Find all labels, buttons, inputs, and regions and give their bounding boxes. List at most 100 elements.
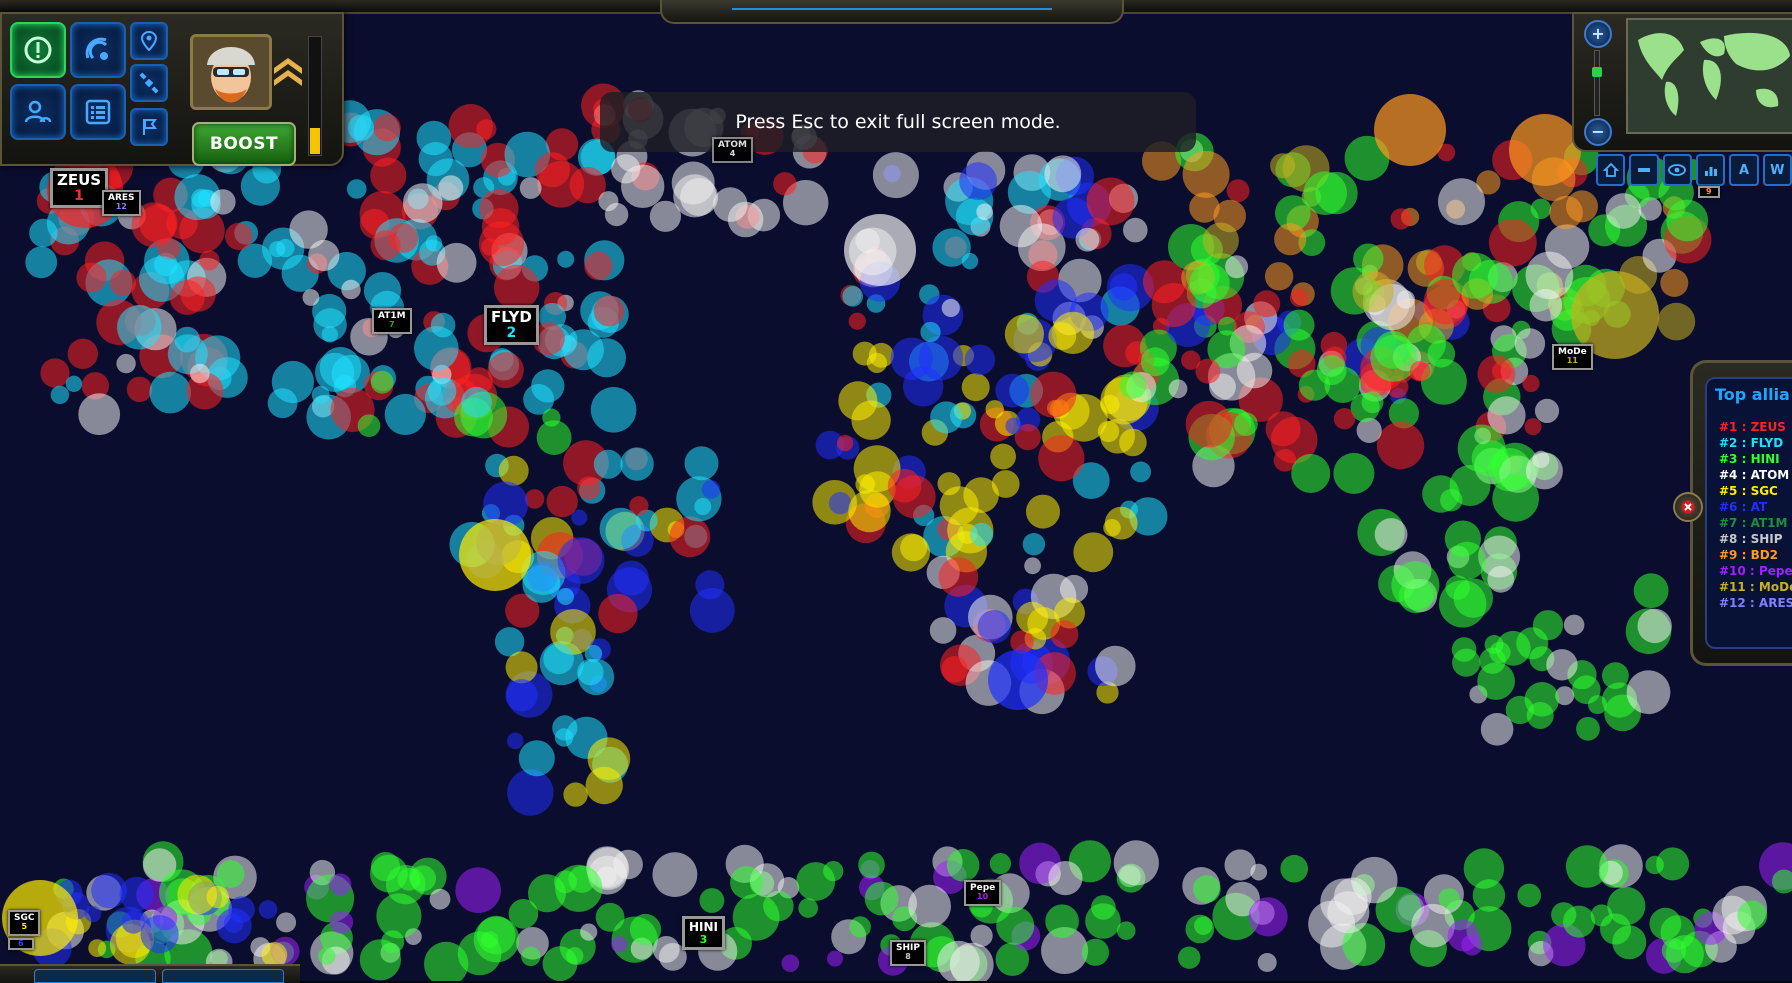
alliance-tag-hini[interactable]: HINI 3 [682, 916, 726, 951]
alliance-rank-row[interactable]: #9 : BD2 [1719, 547, 1792, 563]
territory-blob [1409, 360, 1431, 382]
territory-blob [117, 305, 162, 350]
alliance-tag-rank: 12 [115, 202, 127, 212]
territory-blob [1081, 938, 1109, 966]
alliance-tag-atom[interactable]: ATOM 4 [712, 137, 754, 163]
territory-blob [1182, 150, 1230, 198]
territory-blob [1265, 411, 1301, 447]
alliance-tag-at1m[interactable]: AT1M 7 [372, 308, 412, 334]
alliance-tag-rank: 8 [905, 952, 911, 962]
territory-blob [584, 644, 603, 663]
territory-blob [989, 853, 1012, 875]
alliance-rank-name: AT [1750, 500, 1768, 514]
territory-blob [1492, 361, 1512, 382]
view-button[interactable] [1662, 154, 1692, 186]
alliance-tag-mode[interactable]: MoDe 11 [1552, 344, 1593, 370]
stats-button[interactable] [1695, 154, 1726, 186]
tool-w-button[interactable]: W [1762, 154, 1792, 186]
territory-blob [1151, 282, 1196, 328]
alliance-rank-row[interactable]: #5 : SGC [1719, 483, 1792, 499]
territory-blob [519, 177, 542, 199]
territory-blob [836, 434, 854, 452]
alliance-rank-row[interactable]: #11 : MoDe [1719, 579, 1792, 595]
alliance-rank-row[interactable]: #2 : FLYD [1719, 435, 1792, 451]
territory-blob [88, 939, 107, 957]
alliance-tag-at[interactable]: 6 [8, 938, 34, 951]
zoom-out-button[interactable]: − [1584, 118, 1612, 146]
territory-blob [1376, 421, 1425, 470]
player-avatar[interactable] [190, 34, 272, 110]
territory-blob [169, 279, 205, 315]
territory-blob [961, 373, 990, 402]
territory-blob [1178, 946, 1201, 969]
territory-blob [370, 157, 407, 194]
territory-blob [1374, 94, 1446, 166]
alliance-tag-ares[interactable]: ARES 12 [102, 190, 141, 216]
territory-blob [1637, 608, 1672, 644]
alliance-rank-number: #11 : [1719, 580, 1759, 594]
alliance-rank-row[interactable]: #1 : ZEUS [1719, 419, 1792, 435]
territory-blob [908, 884, 951, 928]
boost-button[interactable]: BOOST [192, 122, 296, 166]
minimap[interactable] [1626, 18, 1792, 134]
alliance-tag-flyd[interactable]: FLYD 2 [484, 305, 539, 346]
territory-blob [848, 489, 891, 533]
territory-blob [429, 888, 451, 910]
alliance-tag-sgc[interactable]: SGC 5 [8, 910, 41, 936]
territory-blob [521, 946, 541, 967]
alliance-tag-bd2[interactable]: 9 [1698, 186, 1720, 199]
alliance-rank-row[interactable]: #6 : AT [1719, 499, 1792, 515]
radar-button[interactable] [70, 22, 126, 78]
location-button[interactable] [130, 22, 168, 60]
territory-blob [461, 386, 492, 418]
alliance-rank-row[interactable]: #4 : ATOM [1719, 467, 1792, 483]
eye-icon [1668, 164, 1687, 176]
alliance-tag-pepe[interactable]: Pepe 10 [964, 880, 1002, 906]
list-button[interactable] [70, 84, 126, 140]
territory-blob [416, 120, 452, 156]
territory-blob [1194, 916, 1213, 935]
experience-fill [310, 128, 320, 154]
alliance-rank-row[interactable]: #12 : ARES [1719, 595, 1792, 611]
territory-blob [727, 201, 764, 238]
alliance-rank-row[interactable]: #10 : Pepe [1719, 563, 1792, 579]
zoom-slider-knob[interactable] [1592, 67, 1602, 78]
territory-blob [518, 740, 555, 777]
alliance-rank-name: Pepe [1758, 564, 1792, 578]
tool-a-button[interactable]: A [1729, 154, 1759, 186]
top-alliances-title: Top allia [1715, 385, 1790, 404]
alliance-rank-row[interactable]: #7 : AT1M [1719, 515, 1792, 531]
alliance-tag-rank: 4 [729, 149, 736, 159]
zoom-slider[interactable] [1592, 50, 1602, 116]
territory-blob [584, 251, 613, 281]
alert-button[interactable] [10, 22, 66, 78]
alliance-rank-name: BD2 [1750, 548, 1779, 562]
move-button[interactable] [1629, 154, 1659, 186]
territory-blob [427, 377, 457, 406]
alliance-tag-ship[interactable]: SHIP 8 [890, 940, 926, 966]
alliance-rank-number: #10 : [1719, 564, 1759, 578]
zoom-in-button[interactable]: + [1584, 20, 1612, 48]
territory-blob [1010, 630, 1034, 654]
territory-blob [1374, 518, 1408, 551]
users-button[interactable] [10, 84, 66, 140]
territory-blob [478, 221, 525, 267]
home-button[interactable] [1596, 154, 1626, 186]
territory-blob [1283, 309, 1315, 341]
alert-icon [24, 36, 52, 64]
territory-blob [964, 344, 996, 375]
alliance-rank-row[interactable]: #8 : SHIP [1719, 531, 1792, 547]
alliance-rank-row[interactable]: #3 : HINI [1719, 451, 1792, 467]
alliance-tag-zeus[interactable]: ZEUS 1 [50, 168, 109, 209]
territory-blob [649, 200, 682, 232]
home-icon [1602, 162, 1619, 177]
territory-blob [929, 617, 957, 644]
alliance-tag-rank: 11 [1566, 356, 1578, 366]
territory-blob [587, 737, 631, 780]
territory-blob [40, 358, 70, 388]
territory-blob [1463, 848, 1505, 889]
territory-blob [308, 239, 340, 272]
flag-button[interactable] [130, 108, 168, 146]
satellite-button[interactable] [130, 64, 168, 102]
close-alliances-button[interactable] [1673, 492, 1703, 522]
